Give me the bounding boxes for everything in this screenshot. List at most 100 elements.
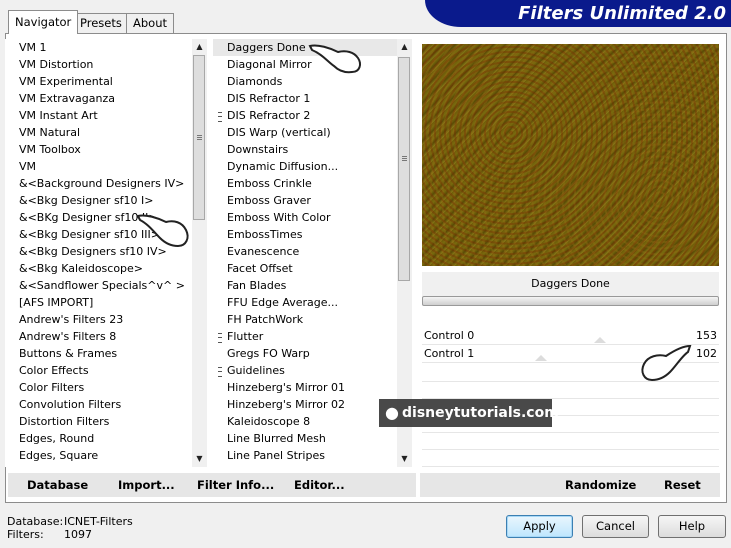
category-item[interactable]: VM Toolbox [5,141,192,158]
group-icon [218,112,222,122]
filter-item-label: Dynamic Diffusion... [227,160,339,173]
filter-item[interactable]: Hinzeberg's Mirror 02 [213,396,397,413]
filter-item-label: Guidelines [227,364,285,377]
control-0-value: 153 [696,329,717,342]
category-item[interactable]: VM 1 [5,39,192,56]
filter-item[interactable]: Emboss Graver [213,192,397,209]
filter-item-label: Line Blurred Mesh [227,432,326,445]
filter-item[interactable]: Guidelines [213,362,397,379]
filter-item[interactable]: EmbossTimes [213,226,397,243]
category-item[interactable]: Color Filters [5,379,192,396]
category-item[interactable]: Convolution Filters [5,396,192,413]
category-item[interactable]: Andrew's Filters 8 [5,328,192,345]
scroll-up-icon[interactable]: ▲ [397,39,412,55]
group-icon [218,333,222,343]
selected-filter-name: Daggers Done [422,272,719,296]
filter-item[interactable]: DIS Warp (vertical) [213,124,397,141]
filter-item[interactable]: Daggers Done [213,39,397,56]
category-item[interactable]: VM Natural [5,124,192,141]
control-0-slider-thumb[interactable] [594,337,607,343]
filter-item-label: DIS Refractor 1 [227,92,311,105]
filter-item-label: Kaleidoscope 8 [227,415,311,428]
category-item[interactable]: VM Experimental [5,73,192,90]
category-item[interactable]: Color Effects [5,362,192,379]
tab-about[interactable]: About [126,13,175,33]
scrollbar-thumb[interactable] [398,57,410,281]
category-item[interactable]: &<Sandflower Specials^v^ > [5,277,192,294]
reset-button[interactable]: Reset [664,473,701,497]
category-item[interactable]: &<Bkg Kaleidoscope> [5,260,192,277]
filter-list[interactable]: Daggers Done Diagonal Mirror Diamonds DIS R… [213,39,397,467]
group-icon [218,367,222,377]
scroll-down-icon[interactable]: ▼ [397,451,412,467]
filter-item[interactable]: Facet Offset [213,260,397,277]
database-status: Database: ICNET-Filters [7,515,133,528]
filter-item[interactable]: Emboss With Color [213,209,397,226]
filter-item-label: Emboss Graver [227,194,311,207]
filter-item[interactable]: FFU Edge Average... [213,294,397,311]
control-1-slider-thumb[interactable] [534,355,547,361]
scroll-up-icon[interactable]: ▲ [192,39,207,55]
category-item[interactable]: VM Distortion [5,56,192,73]
filter-item-label: Daggers Done [227,41,306,54]
category-list[interactable]: VM 1 VM Distortion VM Experimental VM Extra… [5,39,192,467]
filter-item[interactable]: Flutter [213,328,397,345]
scrollbar-thumb[interactable] [193,55,205,220]
database-button[interactable]: Database [27,473,88,497]
filter-item-label: Flutter [227,330,264,343]
category-item[interactable]: Edges, Square [5,447,192,464]
category-item[interactable]: Andrew's Filters 23 [5,311,192,328]
mickey-icon: ● [385,403,399,422]
filter-item[interactable]: Diamonds [213,73,397,90]
filter-item[interactable]: Line Panel Stripes [213,447,397,464]
filter-item[interactable]: FH PatchWork [213,311,397,328]
category-item[interactable]: VM Instant Art [5,107,192,124]
filter-item[interactable]: Kaleidoscope 8 [213,413,397,430]
cancel-button[interactable]: Cancel [582,515,649,538]
filter-info-button[interactable]: Filter Info... [197,473,274,497]
randomize-button[interactable]: Randomize [565,473,636,497]
apply-button[interactable]: Apply [506,515,573,538]
filter-item-label: DIS Refractor 2 [227,109,311,122]
filter-item[interactable]: DIS Refractor 2 [213,107,397,124]
filter-item[interactable]: Emboss Crinkle [213,175,397,192]
category-item[interactable]: &<Background Designers IV> [5,175,192,192]
database-label: Database: [7,515,64,528]
scroll-down-icon[interactable]: ▼ [192,451,207,467]
toolbar-right: Randomize Reset [420,473,720,497]
category-scrollbar[interactable]: ▲ ▼ [192,39,207,467]
filter-item-label: Facet Offset [227,262,293,275]
category-item[interactable]: &<Bkg Designer sf10 I> [5,192,192,209]
filter-item-label: Line Panel Stripes [227,449,325,462]
watermark: ● disneytutorials.com [379,399,559,427]
filter-item-label: Diagonal Mirror [227,58,312,71]
filter-item[interactable]: Dynamic Diffusion... [213,158,397,175]
help-button[interactable]: Help [658,515,726,538]
filter-item[interactable]: DIS Refractor 1 [213,90,397,107]
control-1-label: Control 1 [424,347,475,360]
tab-navigator[interactable]: Navigator [8,10,79,34]
filter-item[interactable]: Hinzeberg's Mirror 01 [213,379,397,396]
filter-item-label: DIS Warp (vertical) [227,126,331,139]
filter-item[interactable]: Evanescence [213,243,397,260]
control-1-value: 102 [696,347,717,360]
import-button[interactable]: Import... [118,473,175,497]
editor-button[interactable]: Editor... [294,473,345,497]
filter-item-label: FFU Edge Average... [227,296,339,309]
filter-item-label: Emboss Crinkle [227,177,312,190]
category-item[interactable]: Buttons & Frames [5,345,192,362]
category-item[interactable]: [AFS IMPORT] [5,294,192,311]
category-item[interactable]: Edges, Round [5,430,192,447]
filter-item[interactable]: Gregs FO Warp [213,345,397,362]
category-item[interactable]: Distortion Filters [5,413,192,430]
filter-item[interactable]: Downstairs [213,141,397,158]
filter-item[interactable]: Line Blurred Mesh [213,430,397,447]
filter-item[interactable]: Fan Blades [213,277,397,294]
category-item[interactable]: VM Extravaganza [5,90,192,107]
tab-presets[interactable]: Presets [73,13,129,33]
pointing-hand-icon [308,44,361,74]
progress-bar [422,296,719,306]
toolbar: Database Import... Filter Info... Editor… [8,473,416,497]
filter-item[interactable]: Diagonal Mirror [213,56,397,73]
category-item[interactable]: VM [5,158,192,175]
